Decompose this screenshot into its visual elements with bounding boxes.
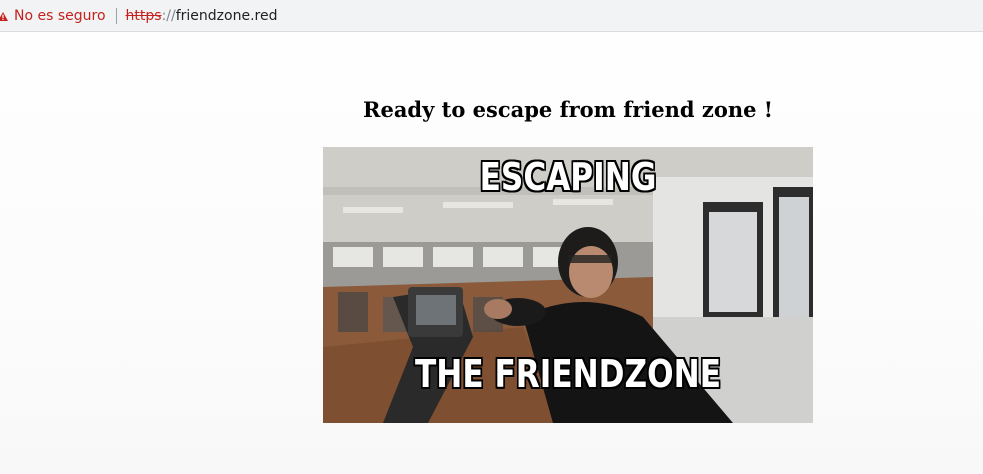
address-bar[interactable]: No es seguro https://friendzone.red xyxy=(0,0,983,32)
url-text[interactable]: https://friendzone.red xyxy=(126,8,278,24)
url-scheme: https xyxy=(125,7,162,24)
page-headline: Ready to escape from friend zone ! xyxy=(363,97,773,122)
page-content: Ready to escape from friend zone ! ESCAP… xyxy=(0,33,983,474)
meme-image: ESCAPING THE FRIENDZONE xyxy=(323,147,813,423)
security-status-label[interactable]: No es seguro xyxy=(14,8,106,24)
url-separator: :// xyxy=(161,7,176,24)
warning-icon[interactable] xyxy=(0,8,8,24)
url-host: friendzone.red xyxy=(175,7,278,24)
address-divider xyxy=(115,7,117,24)
meme-bottom-caption: THE FRIENDZONE xyxy=(414,352,722,396)
meme-top-caption: ESCAPING xyxy=(479,155,657,199)
